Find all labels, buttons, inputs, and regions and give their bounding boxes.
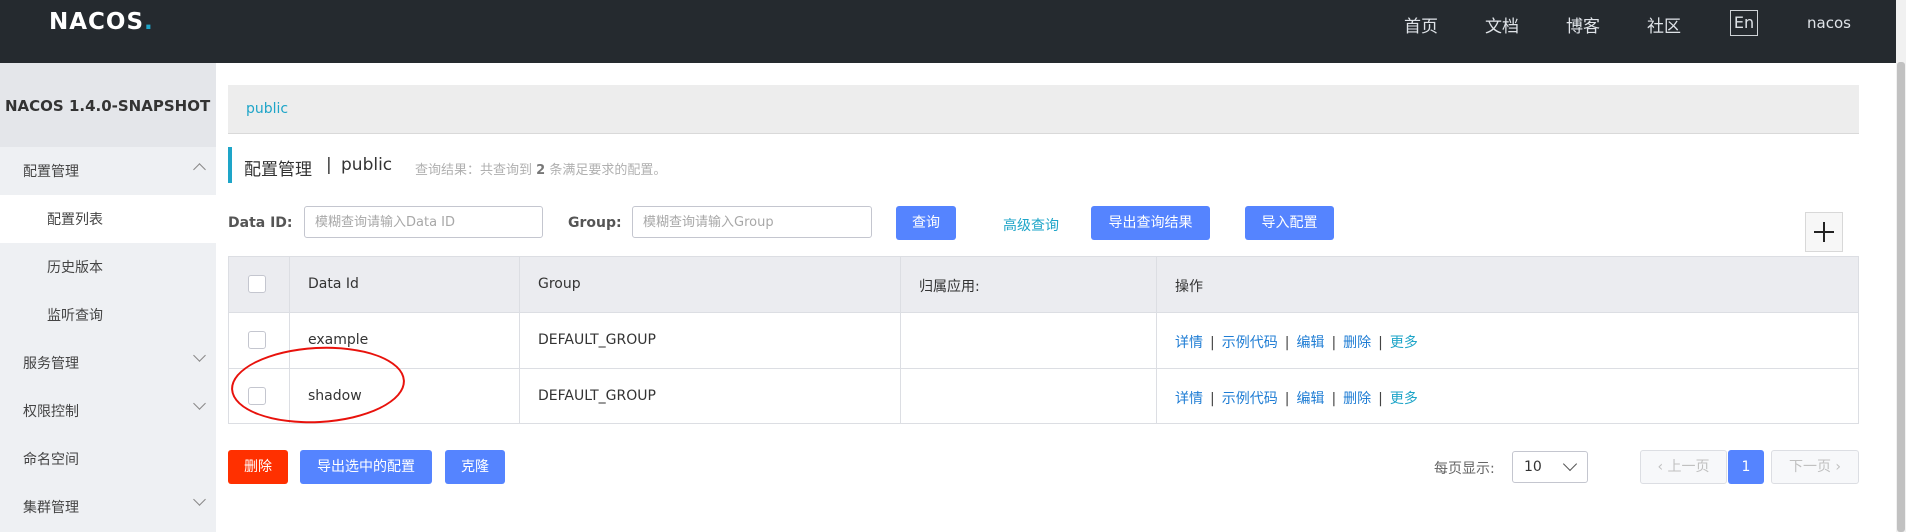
sidebar-header: NACOS 1.4.0-SNAPSHOT: [0, 63, 216, 147]
chevron-down-icon: [193, 493, 206, 506]
page-number-current[interactable]: 1: [1728, 450, 1764, 484]
table-row: shadow DEFAULT_GROUP 详情 | 示例代码 | 编辑 | 删除 | 更多: [229, 369, 1858, 424]
add-config-button[interactable]: [1805, 212, 1843, 252]
select-all-checkbox[interactable]: [248, 275, 266, 293]
detail-link[interactable]: 详情: [1175, 335, 1203, 351]
sidebar-item-service-management[interactable]: 服务管理: [0, 339, 216, 387]
query-button[interactable]: 查询: [896, 206, 956, 240]
top-nav-bar: NACOS. 首页 文档 博客 社区 En nacos: [0, 0, 1896, 63]
page-title-text: 配置管理: [244, 160, 312, 180]
sidebar-item-label: 监听查询: [47, 308, 103, 324]
title-separator: |: [326, 155, 332, 175]
namespace-link-public[interactable]: public: [246, 101, 288, 117]
namespace-bar: public: [228, 85, 1859, 134]
sidebar-item-label: 命名空间: [23, 452, 79, 468]
sample-code-link[interactable]: 示例代码: [1222, 391, 1278, 407]
column-header-dataid: Data Id: [308, 276, 359, 292]
sidebar-item-access-control[interactable]: 权限控制: [0, 387, 216, 435]
page-size-label: 每页显示:: [1434, 461, 1495, 477]
chevron-right-icon: ›: [1830, 459, 1842, 475]
dataid-label: Data ID:: [228, 215, 293, 231]
config-table: Data Id Group 归属应用: 操作 example DEFAULT_G…: [228, 256, 1859, 424]
sidebar-item-label: 集群管理: [23, 500, 79, 516]
group-search-input[interactable]: [632, 206, 872, 238]
sidebar-item-label: 权限控制: [23, 404, 79, 420]
more-link[interactable]: 更多: [1390, 391, 1418, 407]
table-row: example DEFAULT_GROUP 详情 | 示例代码 | 编辑 | 删除 | 更多: [229, 313, 1858, 369]
row-actions: 详情 | 示例代码 | 编辑 | 删除 | 更多: [1175, 335, 1418, 351]
import-config-button[interactable]: 导入配置: [1245, 206, 1334, 240]
nav-docs[interactable]: 文档: [1485, 12, 1519, 37]
sidebar-item-label: 配置列表: [47, 212, 103, 228]
sidebar-item-label: 服务管理: [23, 356, 79, 372]
sidebar-item-config-list[interactable]: 配置列表: [0, 195, 216, 243]
nav-community[interactable]: 社区: [1647, 12, 1681, 37]
advanced-query-link[interactable]: 高级查询: [1003, 215, 1059, 235]
row-group: DEFAULT_GROUP: [538, 332, 656, 348]
sidebar-item-label: 历史版本: [47, 260, 103, 276]
sidebar-item-history[interactable]: 历史版本: [0, 243, 216, 291]
sidebar-item-listener-query[interactable]: 监听查询: [0, 291, 216, 339]
column-header-group: Group: [538, 276, 581, 292]
edit-link[interactable]: 编辑: [1296, 391, 1324, 407]
sample-code-link[interactable]: 示例代码: [1222, 335, 1278, 351]
title-namespace: public: [341, 155, 393, 175]
chevron-down-icon: [193, 397, 206, 410]
export-query-results-button[interactable]: 导出查询结果: [1091, 206, 1210, 240]
next-page-button[interactable]: 下一页 ›: [1771, 450, 1859, 484]
nav-blog[interactable]: 博客: [1566, 12, 1600, 37]
chevron-left-icon: ‹: [1657, 459, 1668, 475]
sidebar: NACOS 1.4.0-SNAPSHOT 配置管理 配置列表 历史版本 监听查询…: [0, 63, 216, 532]
delete-link[interactable]: 删除: [1343, 335, 1371, 351]
edit-link[interactable]: 编辑: [1296, 335, 1324, 351]
dataid-search-input[interactable]: [304, 206, 543, 238]
prev-page-button[interactable]: ‹ 上一页: [1640, 450, 1727, 484]
page-scrollbar[interactable]: [1896, 0, 1906, 532]
row-checkbox[interactable]: [248, 331, 266, 349]
export-selected-button[interactable]: 导出选中的配置: [300, 450, 432, 484]
row-group: DEFAULT_GROUP: [538, 388, 656, 404]
clone-button[interactable]: 克隆: [445, 450, 505, 484]
chevron-up-icon: [193, 163, 206, 176]
group-label: Group:: [568, 215, 622, 231]
nacos-logo[interactable]: NACOS.: [49, 9, 154, 35]
query-result-hint: 查询结果：共查询到 2 条满足要求的配置。: [415, 163, 667, 178]
column-header-app: 归属应用:: [919, 279, 980, 295]
chevron-down-icon: [193, 349, 206, 362]
sidebar-item-cluster-management[interactable]: 集群管理: [0, 483, 216, 531]
sidebar-item-config-management[interactable]: 配置管理: [0, 147, 216, 195]
chevron-down-icon: [1562, 456, 1578, 472]
more-link[interactable]: 更多: [1390, 335, 1418, 351]
batch-delete-button[interactable]: 删除: [228, 450, 288, 484]
nav-home[interactable]: 首页: [1404, 12, 1438, 37]
row-actions: 详情 | 示例代码 | 编辑 | 删除 | 更多: [1175, 391, 1418, 407]
delete-link[interactable]: 删除: [1343, 391, 1371, 407]
scrollbar-thumb[interactable]: [1897, 62, 1905, 532]
column-header-actions: 操作: [1175, 279, 1203, 295]
language-toggle[interactable]: En: [1730, 10, 1758, 36]
version-label: NACOS 1.4.0-SNAPSHOT: [5, 97, 211, 115]
sidebar-item-label: 配置管理: [23, 164, 79, 180]
user-name[interactable]: nacos: [1807, 14, 1851, 32]
table-header-row: Data Id Group 归属应用: 操作: [229, 257, 1858, 313]
sidebar-item-namespace[interactable]: 命名空间: [0, 435, 216, 483]
page-size-select[interactable]: 10: [1512, 451, 1588, 483]
detail-link[interactable]: 详情: [1175, 391, 1203, 407]
page-title: 配置管理 | public 查询结果：共查询到 2 条满足要求的配置。: [228, 147, 666, 183]
row-dataid: example: [308, 332, 369, 348]
page-size-value: 10: [1524, 459, 1542, 475]
